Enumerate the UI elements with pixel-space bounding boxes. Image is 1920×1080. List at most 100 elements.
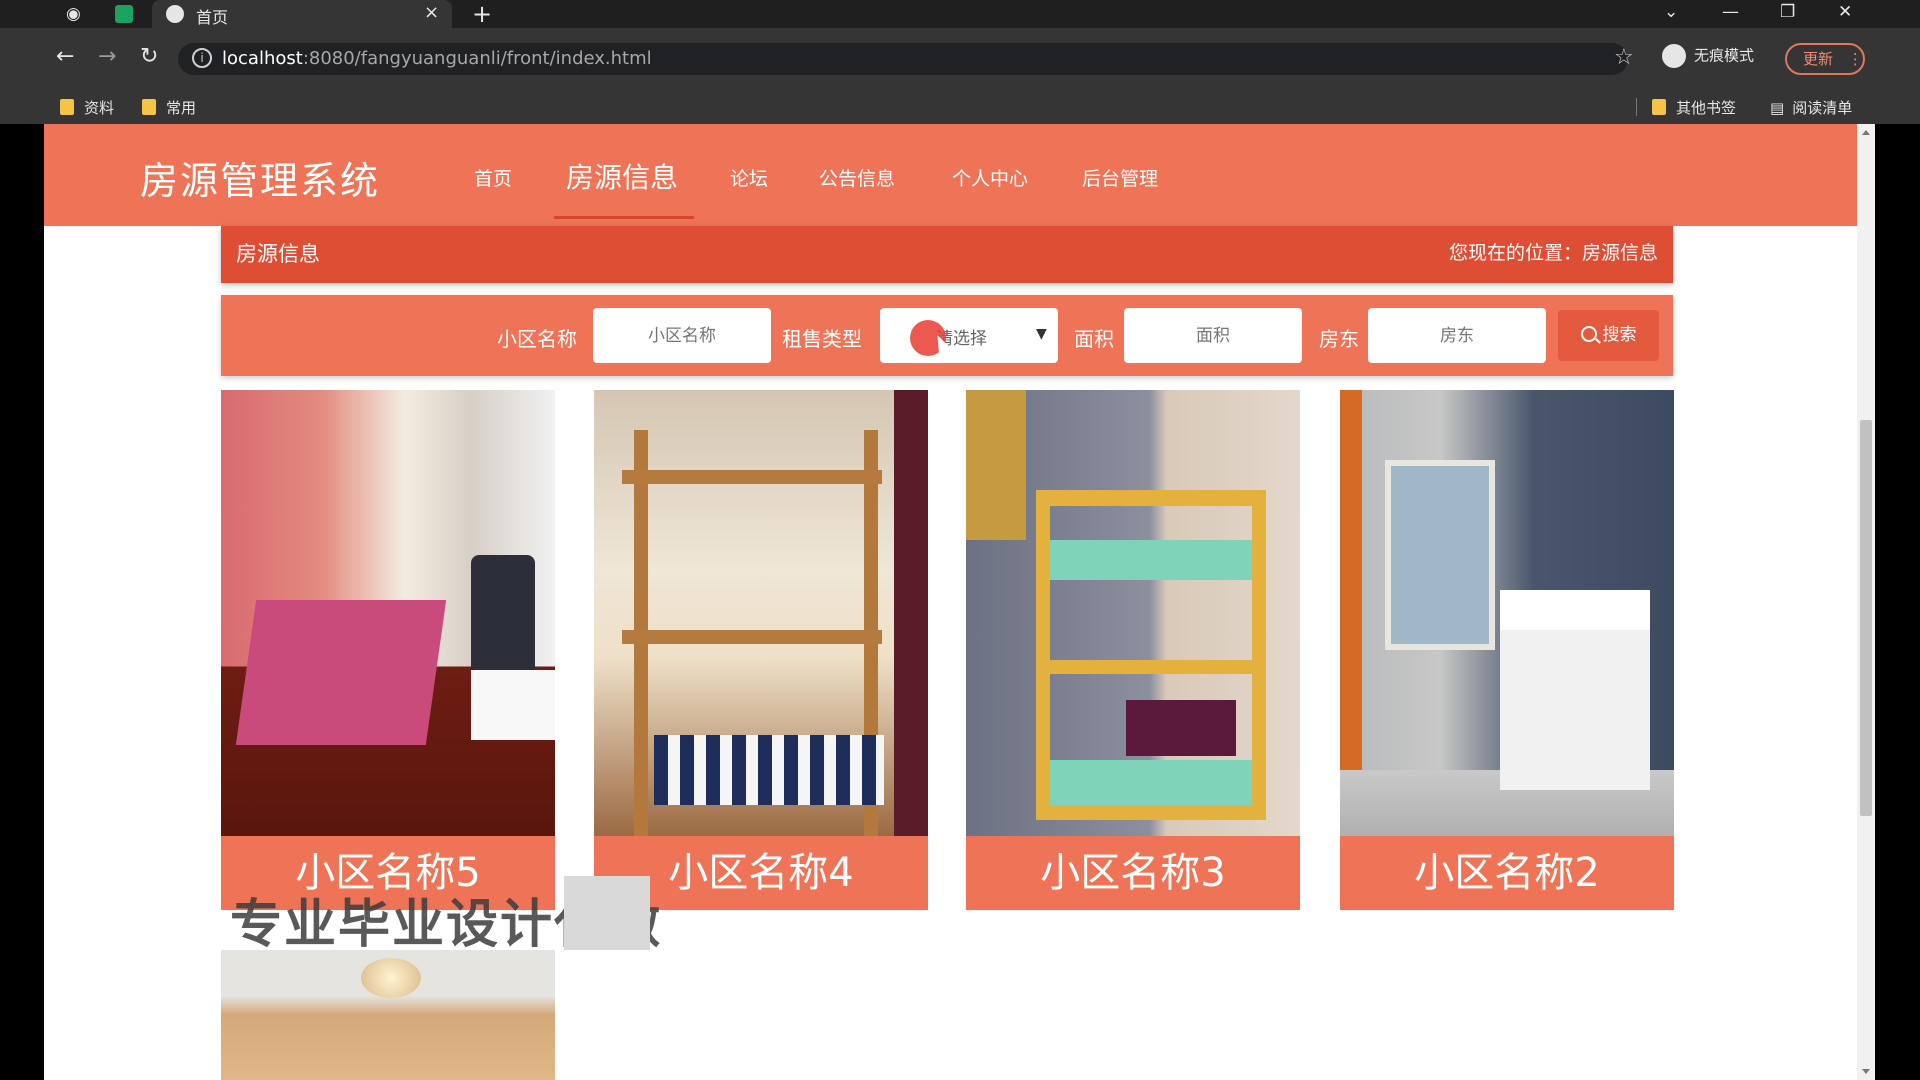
listing-photo[interactable] — [1340, 390, 1674, 836]
minimize-icon[interactable]: — — [1722, 0, 1739, 24]
restore-icon[interactable]: ❐ — [1780, 0, 1795, 24]
landlord-label: 房东 — [1319, 327, 1359, 351]
area-label: 面积 — [1074, 327, 1114, 351]
nav-forum[interactable]: 论坛 — [730, 164, 768, 191]
page-scrollbar[interactable] — [1857, 124, 1875, 1080]
scroll-up-icon[interactable] — [1862, 130, 1870, 135]
photo-detail — [1050, 760, 1252, 806]
nav-notices[interactable]: 公告信息 — [819, 164, 895, 191]
reading-list-icon: ▤ — [1770, 99, 1785, 117]
photo-detail — [966, 390, 1026, 540]
listing-photo[interactable] — [594, 390, 928, 836]
community-input[interactable] — [593, 308, 771, 363]
globe-icon[interactable]: ◉ — [66, 0, 81, 28]
bookmarks-bar: 资料 常用 其他书签 ▤ 阅读清单 — [0, 90, 1920, 124]
photo-detail — [1050, 540, 1252, 580]
listing-photo[interactable] — [221, 950, 555, 1080]
window-close-icon[interactable]: ✕ — [1838, 0, 1852, 24]
nav-personal-center[interactable]: 个人中心 — [952, 164, 1028, 191]
photo-detail — [894, 390, 928, 836]
folder-icon — [142, 99, 156, 115]
forward-icon[interactable]: → — [98, 44, 116, 70]
bookmark-label: 资料 — [84, 99, 115, 117]
incognito-label: 无痕模式 — [1694, 46, 1755, 65]
listing-photo[interactable] — [221, 390, 555, 836]
bookmark-label: 常用 — [166, 99, 197, 117]
listing-card[interactable]: 小区名称4 — [594, 390, 928, 910]
photo-detail — [1340, 390, 1362, 770]
photo-detail — [654, 735, 884, 805]
nav-listings[interactable]: 房源信息 — [566, 156, 678, 196]
search-icon — [1580, 326, 1597, 342]
url-text[interactable]: localhost:8080/fangyuanguanli/front/inde… — [222, 48, 652, 69]
search-button-label: 搜索 — [1602, 325, 1637, 345]
incognito-icon — [1662, 44, 1686, 68]
breadcrumb: 房源信息 您现在的位置：房源信息 — [221, 226, 1673, 283]
update-label: 更新 — [1803, 50, 1834, 68]
update-button[interactable]: 更新 ⋮ — [1785, 43, 1865, 75]
bookmark-star-icon[interactable]: ☆ — [1614, 45, 1634, 70]
search-bar: 小区名称 租售类型 请选择 ▼ 面积 房东 搜索 — [221, 295, 1673, 376]
url-host: localhost — [222, 48, 303, 69]
bookmark-folder-ziliao[interactable]: 资料 — [60, 97, 114, 118]
nav-admin[interactable]: 后台管理 — [1082, 164, 1158, 191]
back-icon[interactable]: ← — [56, 44, 74, 70]
incognito-indicator[interactable]: 无痕模式 — [1662, 44, 1754, 68]
photo-detail — [1385, 460, 1495, 650]
page-title: 房源信息 — [236, 242, 320, 266]
folder-icon — [60, 99, 74, 115]
address-bar[interactable]: i localhost:8080/fangyuanguanli/front/in… — [178, 43, 1634, 75]
reading-list[interactable]: ▤ 阅读清单 — [1770, 97, 1852, 118]
tab-strip: ◉ 首页 × + ⌄ — ❐ ✕ — [0, 0, 1920, 28]
globe-icon — [166, 5, 184, 23]
listing-card[interactable]: 小区名称3 — [966, 390, 1300, 910]
tab-search-icon[interactable]: ⌄ — [1664, 0, 1678, 24]
listing-card[interactable]: 小区名称2 — [1340, 390, 1674, 910]
photo-detail — [1036, 660, 1266, 674]
photo-detail — [1126, 700, 1236, 756]
site-header: 房源管理系统 首页 房源信息 论坛 公告信息 个人中心 后台管理 — [44, 124, 1857, 226]
photo-detail — [235, 600, 447, 745]
photo-detail — [1500, 590, 1650, 790]
site-title: 房源管理系统 — [140, 159, 381, 203]
photo-detail — [471, 555, 535, 675]
community-label: 小区名称 — [497, 327, 577, 351]
page-viewport: 房源管理系统 首页 房源信息 论坛 公告信息 个人中心 后台管理 房源信息 您现… — [44, 124, 1857, 1080]
photo-detail — [622, 470, 882, 484]
bookmark-label: 其他书签 — [1676, 99, 1737, 117]
close-icon[interactable]: × — [424, 2, 439, 23]
photo-detail — [471, 670, 555, 740]
photo-detail — [622, 630, 882, 644]
bookmark-label: 阅读清单 — [1792, 99, 1853, 117]
nav-home[interactable]: 首页 — [474, 164, 512, 191]
bookmark-other[interactable]: 其他书签 — [1652, 97, 1736, 118]
current-location: 您现在的位置：房源信息 — [1448, 242, 1658, 264]
new-tab-icon[interactable]: + — [472, 0, 492, 28]
photo-detail — [361, 958, 421, 998]
url-path: :8080/fangyuanguanli/front/index.html — [302, 48, 652, 69]
listing-photo[interactable] — [966, 390, 1300, 836]
chevron-down-icon: ▼ — [1036, 326, 1047, 342]
scrollbar-thumb[interactable] — [1860, 420, 1872, 816]
site-info-icon[interactable]: i — [192, 48, 212, 68]
rent-type-select[interactable]: 请选择 ▼ — [880, 308, 1058, 363]
tab-home[interactable]: 首页 × — [152, 0, 452, 28]
rent-type-label: 租售类型 — [782, 327, 862, 351]
tab-title: 首页 — [196, 8, 229, 27]
search-button[interactable]: 搜索 — [1558, 310, 1659, 361]
reload-icon[interactable]: ↻ — [140, 44, 158, 70]
scroll-down-icon[interactable] — [1862, 1069, 1870, 1074]
area-input[interactable] — [1124, 308, 1302, 363]
sheets-tab-icon[interactable] — [115, 5, 133, 23]
bookmark-folder-changyong[interactable]: 常用 — [142, 97, 196, 118]
listing-name[interactable]: 小区名称2 — [1340, 836, 1674, 910]
bookmark-divider — [1636, 98, 1637, 116]
folder-icon — [1652, 99, 1666, 115]
nav-active-underline — [554, 216, 694, 219]
listing-name[interactable]: 小区名称3 — [966, 836, 1300, 910]
landlord-input[interactable] — [1368, 308, 1546, 363]
screen-edge — [1875, 124, 1920, 1080]
blurred-region — [564, 876, 650, 950]
menu-dots-icon: ⋮ — [1847, 50, 1863, 68]
listing-card[interactable]: 小区名称5 — [221, 390, 555, 910]
